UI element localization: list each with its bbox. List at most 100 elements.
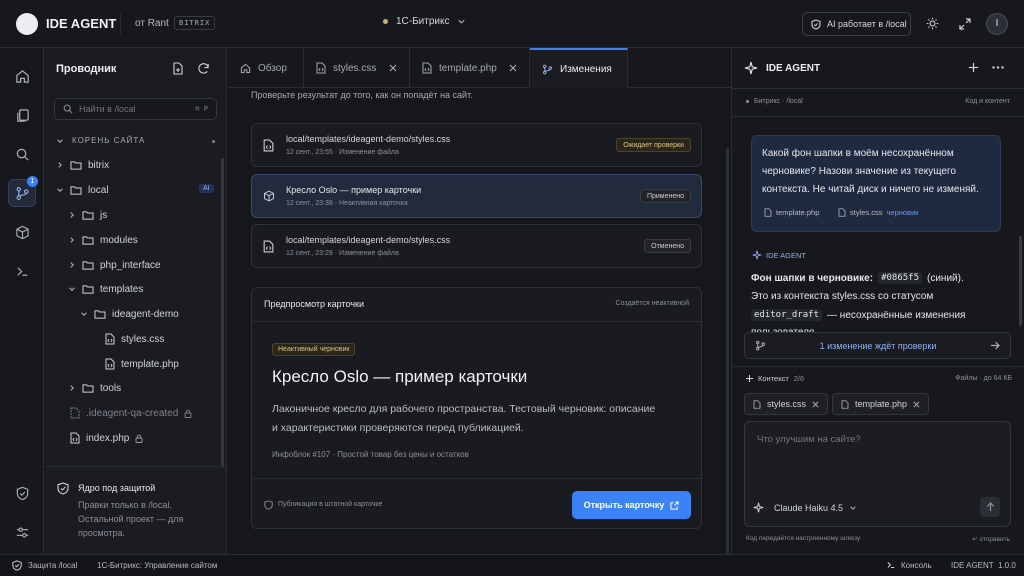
home-button[interactable] bbox=[8, 62, 36, 90]
chevron-right-icon bbox=[70, 212, 74, 218]
protect-text: Правки только в /local. bbox=[78, 500, 172, 510]
code-file-icon bbox=[105, 333, 115, 345]
terminal-button[interactable] bbox=[8, 257, 36, 285]
files-button[interactable] bbox=[8, 101, 36, 129]
project-status: 1С-Битрикс: Управление сайтом bbox=[97, 561, 218, 570]
close-icon[interactable] bbox=[812, 401, 819, 408]
open-card-button[interactable]: Открыть карточку bbox=[572, 491, 691, 519]
tree-item-index-php[interactable]: index.php bbox=[70, 427, 143, 449]
tree-item-templates[interactable]: templates bbox=[68, 278, 143, 300]
explorer-search-input[interactable] bbox=[79, 104, 190, 114]
lock-icon bbox=[184, 409, 192, 418]
code-file-icon bbox=[105, 358, 115, 370]
tree-item-label: js bbox=[100, 209, 108, 221]
tree-item-js[interactable]: js bbox=[68, 204, 107, 226]
tree-item-qa-created[interactable]: .ideagent-qa-created bbox=[70, 402, 192, 424]
prompt-input[interactable] bbox=[757, 434, 997, 478]
close-icon[interactable] bbox=[509, 64, 517, 72]
folder-open-icon bbox=[94, 310, 106, 319]
explorer-scrollbar[interactable] bbox=[221, 158, 224, 468]
sparkle-icon bbox=[753, 502, 764, 513]
console-button[interactable]: Консоль bbox=[901, 561, 932, 570]
tab-styles-css[interactable]: styles.css bbox=[304, 48, 410, 88]
context-header[interactable]: Контекст 2/6 bbox=[746, 374, 804, 383]
close-icon[interactable] bbox=[913, 401, 920, 408]
security-button[interactable] bbox=[8, 479, 36, 507]
model-selector[interactable]: Claude Haiku 4.5 bbox=[774, 503, 857, 513]
tree-item-local[interactable]: local bbox=[56, 179, 109, 201]
agent-panel: IDE AGENT Битрикс · /local Код и контент… bbox=[732, 48, 1024, 554]
settings-button[interactable] bbox=[8, 518, 36, 546]
tree-item-ideagent-demo[interactable]: ideagent-demo bbox=[80, 303, 179, 325]
send-button[interactable] bbox=[980, 497, 1000, 517]
root-dot-icon bbox=[212, 140, 215, 143]
changes-pane: Проверьте результат до того, как он попа… bbox=[228, 88, 731, 554]
tree-item-template-php[interactable]: template.php bbox=[105, 353, 179, 375]
close-icon[interactable] bbox=[389, 64, 397, 72]
context-chip[interactable]: styles.css bbox=[744, 393, 829, 415]
project-selector[interactable]: 1С-Битрикс bbox=[383, 16, 466, 27]
tree-item-label: styles.css bbox=[121, 333, 165, 345]
folder-icon bbox=[70, 161, 82, 170]
context-chip[interactable]: template.php bbox=[832, 393, 930, 415]
chevron-down-icon bbox=[69, 287, 75, 291]
shield-icon bbox=[264, 500, 273, 510]
attachment[interactable]: template.php bbox=[764, 208, 819, 217]
folder-icon bbox=[82, 211, 94, 220]
context-dot-icon bbox=[746, 100, 749, 103]
changes-button[interactable]: 1 bbox=[8, 176, 38, 207]
expand-icon[interactable] bbox=[959, 18, 971, 30]
change-meta: 12 сент., 23:55 · Изменение файла bbox=[286, 149, 399, 156]
tree-item-tools[interactable]: tools bbox=[68, 377, 121, 399]
blocks-button[interactable] bbox=[8, 218, 36, 246]
more-icon[interactable] bbox=[992, 66, 1004, 69]
file-icon bbox=[753, 399, 761, 409]
new-file-icon[interactable] bbox=[172, 62, 184, 75]
tree-item-label: templates bbox=[100, 283, 144, 295]
file-icon bbox=[841, 399, 849, 409]
files-limit: Файлы · до 64 КБ bbox=[955, 375, 1012, 382]
ai-status-button[interactable]: AI работает в /local bbox=[802, 12, 911, 36]
change-item[interactable]: Кресло Oslo — пример карточки 12 сент., … bbox=[251, 174, 702, 218]
tree-item-styles-css[interactable]: styles.css bbox=[105, 328, 164, 350]
project-label: 1С-Битрикс bbox=[396, 16, 450, 27]
search-button[interactable] bbox=[8, 140, 36, 168]
pending-review-button[interactable]: 1 изменение ждёт проверки bbox=[744, 332, 1011, 359]
reply-line: editor_draft — несохранённые изменения bbox=[751, 309, 965, 321]
change-item[interactable]: local/templates/ideagent-demo/styles.css… bbox=[251, 224, 702, 268]
tree-root[interactable]: КОРЕНЬ САЙТА bbox=[56, 136, 145, 145]
theme-toggle-icon[interactable] bbox=[926, 17, 939, 30]
tab-template-php[interactable]: template.php bbox=[410, 48, 530, 88]
tree-item-label: index.php bbox=[86, 432, 130, 444]
attachment[interactable]: styles.css черновик bbox=[838, 208, 919, 217]
protect-text: Остальной проект — для bbox=[78, 514, 184, 524]
tab-changes[interactable]: Изменения bbox=[530, 48, 628, 88]
refresh-icon[interactable] bbox=[197, 62, 210, 75]
explorer-search[interactable]: ⌘ P bbox=[54, 98, 217, 120]
main-scrollbar[interactable] bbox=[726, 148, 729, 554]
edition-badge: BITRIX bbox=[174, 16, 216, 30]
chevron-right-icon bbox=[70, 385, 74, 391]
draft-tag: черновик bbox=[886, 208, 919, 217]
inline-code: editor_draft bbox=[751, 309, 823, 321]
change-meta: 12 сент., 23:29 · Изменение файла bbox=[286, 250, 399, 257]
tree-item-label: tools bbox=[100, 382, 122, 394]
change-title: local/templates/ideagent-demo/styles.css bbox=[286, 134, 451, 144]
chat-scrollbar[interactable] bbox=[1019, 236, 1022, 326]
protect-status[interactable]: Защита /local bbox=[28, 561, 77, 570]
tab-overview[interactable]: Обзор bbox=[228, 48, 304, 88]
root-label: КОРЕНЬ САЙТА bbox=[72, 136, 146, 145]
tree-item-php-interface[interactable]: php_interface bbox=[68, 254, 161, 276]
avatar[interactable]: I bbox=[986, 13, 1008, 35]
change-item[interactable]: local/templates/ideagent-demo/styles.css… bbox=[251, 123, 702, 167]
tree-item-bitrix[interactable]: bitrix bbox=[56, 154, 109, 176]
ai-badge: AI bbox=[199, 184, 214, 193]
plus-icon[interactable] bbox=[968, 62, 979, 73]
folder-icon bbox=[82, 261, 94, 270]
tree-item-modules[interactable]: modules bbox=[68, 229, 138, 251]
plus-icon bbox=[746, 375, 753, 382]
chevron-down-icon bbox=[57, 138, 63, 143]
explorer-title: Проводник bbox=[56, 63, 117, 75]
file-icon bbox=[70, 407, 80, 419]
code-file-icon bbox=[263, 240, 274, 253]
